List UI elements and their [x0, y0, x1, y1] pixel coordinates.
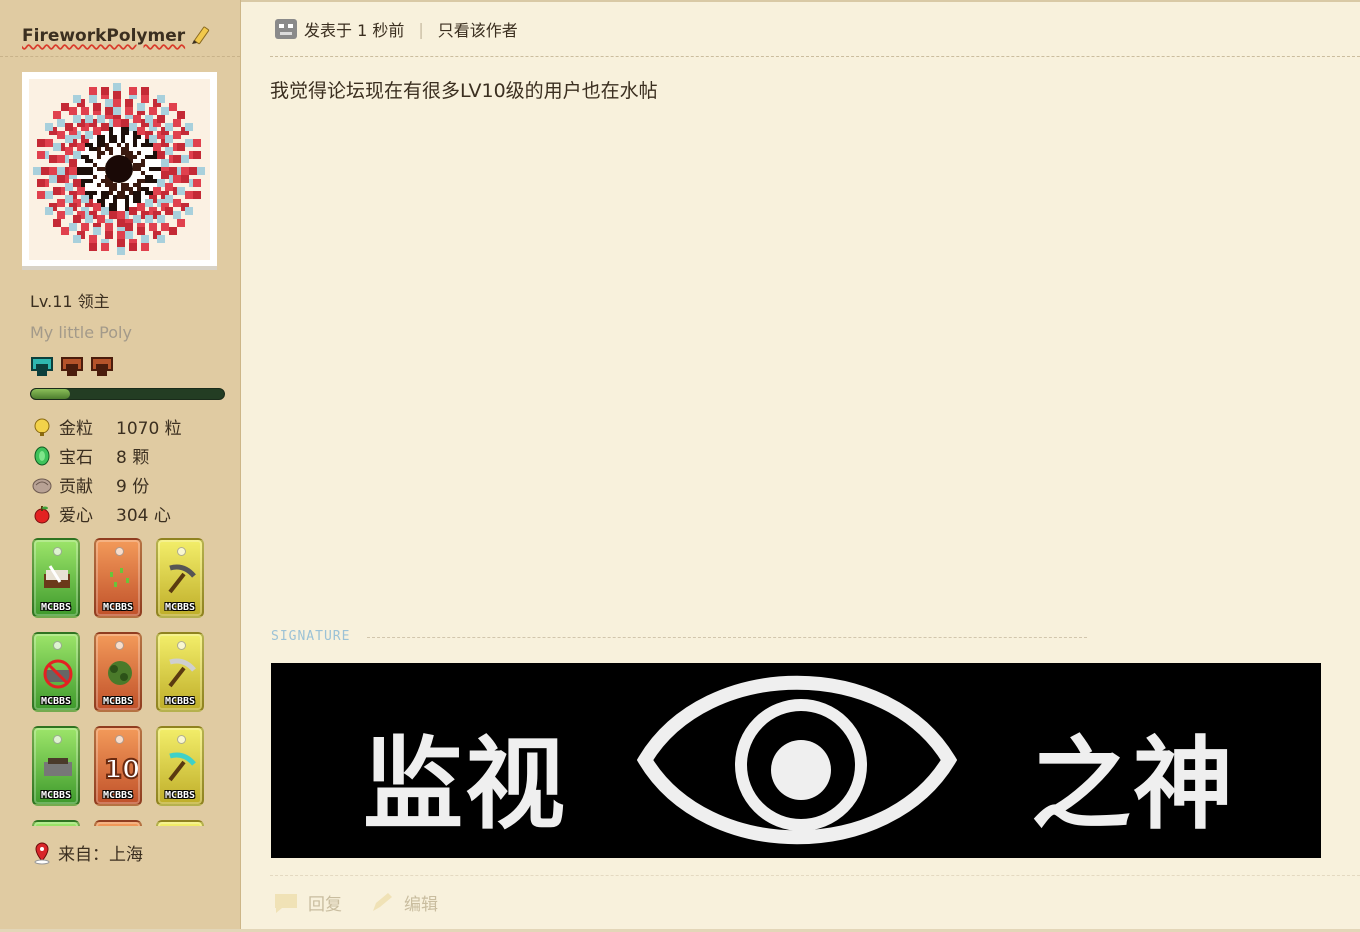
stat-value: 9 份	[116, 477, 150, 497]
medal-book-quill[interactable]: MCBBS	[32, 538, 80, 618]
stat-gold: 金粒 1070 粒	[32, 412, 182, 441]
pencil-icon	[373, 892, 392, 911]
speech-bubble-icon	[275, 893, 297, 913]
contribution-icon	[32, 478, 52, 493]
medal-seeds[interactable]: MCBBS	[94, 538, 142, 618]
armor-rank-icons	[30, 356, 114, 378]
pencil-icon	[189, 25, 211, 47]
level-progress-fill	[31, 389, 70, 399]
meta-separator: |	[418, 19, 424, 39]
avatar-frame	[22, 72, 217, 270]
user-stats: 金粒 1070 粒 宝石 8 颗 贡献 9 份 爱心 304 心	[32, 412, 182, 528]
post-time: 发表于 1 秒前	[304, 21, 405, 40]
edit-button[interactable]: 编辑	[368, 890, 438, 915]
medal-bush[interactable]: MCBBS	[94, 632, 142, 712]
medal-grid: MCBBS MCBBS MCBBS MCBBS MCBBS MCBBS MCBB…	[32, 538, 212, 826]
signature-label: SIGNATURE	[271, 629, 351, 644]
medal-iron-pickaxe[interactable]: MCBBS	[156, 632, 204, 712]
medal-ten-years[interactable]: 10 MCBBS	[94, 726, 142, 806]
medal-partial[interactable]	[32, 820, 80, 826]
emerald-icon	[34, 446, 50, 465]
medal-partial[interactable]	[156, 820, 204, 826]
level-progress-bar	[30, 388, 225, 400]
eye-icon	[637, 675, 957, 845]
svg-text:10: 10	[104, 755, 138, 784]
reply-button[interactable]: 回复	[272, 890, 342, 915]
banner-right-text: 之神	[1031, 726, 1235, 843]
post-actions: 回复 编辑	[272, 890, 464, 915]
medal-partial[interactable]	[94, 820, 142, 826]
medal-stone-pickaxe[interactable]: MCBBS	[156, 538, 204, 618]
stat-value: 8 颗	[116, 448, 150, 468]
user-level: Lv.11 领主	[30, 292, 110, 311]
post-meta: 发表于 1 秒前 | 只看该作者	[274, 17, 518, 41]
stat-heart: 爱心 304 心	[32, 499, 182, 528]
leather-helmet-icon	[61, 357, 83, 376]
medal-minecart[interactable]: MCBBS	[32, 726, 80, 806]
medal-diamond-pickaxe[interactable]: MCBBS	[156, 726, 204, 806]
post-content: 发表于 1 秒前 | 只看该作者 我觉得论坛现在有很多LV10级的用户也在水帖 …	[242, 0, 1360, 932]
stat-gem: 宝石 8 颗	[32, 441, 182, 470]
signature-banner: 监视 之神	[271, 663, 1321, 858]
meta-divider	[270, 56, 1360, 57]
apple-heart-icon	[34, 505, 50, 523]
banner-left-text: 监视	[363, 726, 567, 843]
map-pin-icon	[34, 841, 50, 864]
author-only-link[interactable]: 只看该作者	[438, 17, 518, 41]
stat-value: 304 心	[116, 506, 171, 526]
post-body: 我觉得论坛现在有很多LV10级的用户也在水帖	[270, 80, 658, 102]
gold-nugget-icon	[34, 418, 50, 436]
actions-divider	[270, 875, 1360, 876]
avatar[interactable]	[29, 79, 210, 260]
author-name-link[interactable]: FireworkPolymer	[22, 26, 185, 46]
signature-divider	[367, 637, 1087, 638]
medal-no-minecart[interactable]: MCBBS	[32, 632, 80, 712]
author-sidebar: FireworkPolymer Lv.11 领主 My little Poly …	[0, 0, 241, 932]
stat-contribution: 贡献 9 份	[32, 470, 182, 499]
diamond-helmet-icon	[31, 357, 53, 376]
leather-helmet-icon	[91, 357, 113, 376]
author-header: FireworkPolymer	[0, 0, 240, 57]
user-motto: My little Poly	[30, 323, 132, 342]
online-status-icon	[275, 19, 297, 39]
user-location: 来自：上海	[32, 840, 143, 865]
stat-value: 1070 粒	[116, 419, 182, 439]
